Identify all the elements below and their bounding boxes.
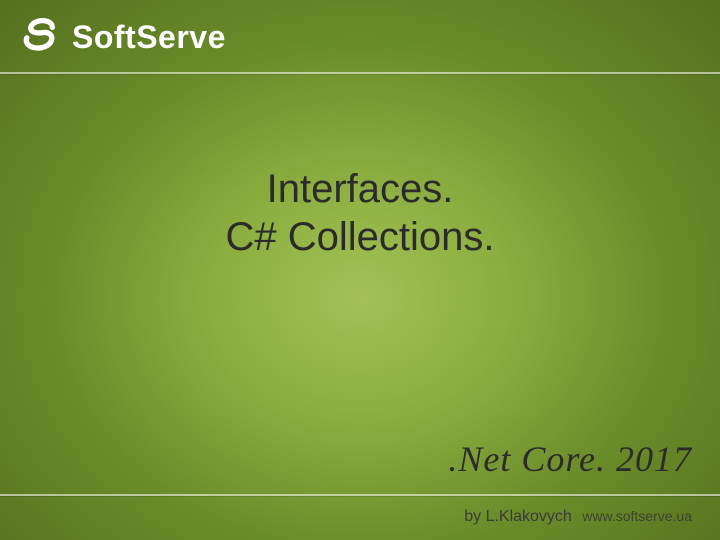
- divider-bottom: [0, 494, 720, 496]
- slide: SoftServe Interfaces. C# Collections. .N…: [0, 0, 720, 540]
- title-block: Interfaces. C# Collections.: [0, 165, 720, 261]
- brand-name: SoftServe: [72, 19, 226, 56]
- title-line-1: Interfaces.: [0, 165, 720, 213]
- softserve-logo-icon: [18, 15, 62, 59]
- byline: by L.Klakovych www.softserve.ua: [464, 508, 692, 526]
- header: SoftServe: [0, 0, 720, 74]
- title-line-2: C# Collections.: [0, 213, 720, 261]
- subtitle: .Net Core. 2017: [448, 438, 692, 480]
- divider-top: [0, 72, 720, 74]
- site-url: www.softserve.ua: [582, 508, 692, 524]
- author: by L.Klakovych: [464, 508, 572, 525]
